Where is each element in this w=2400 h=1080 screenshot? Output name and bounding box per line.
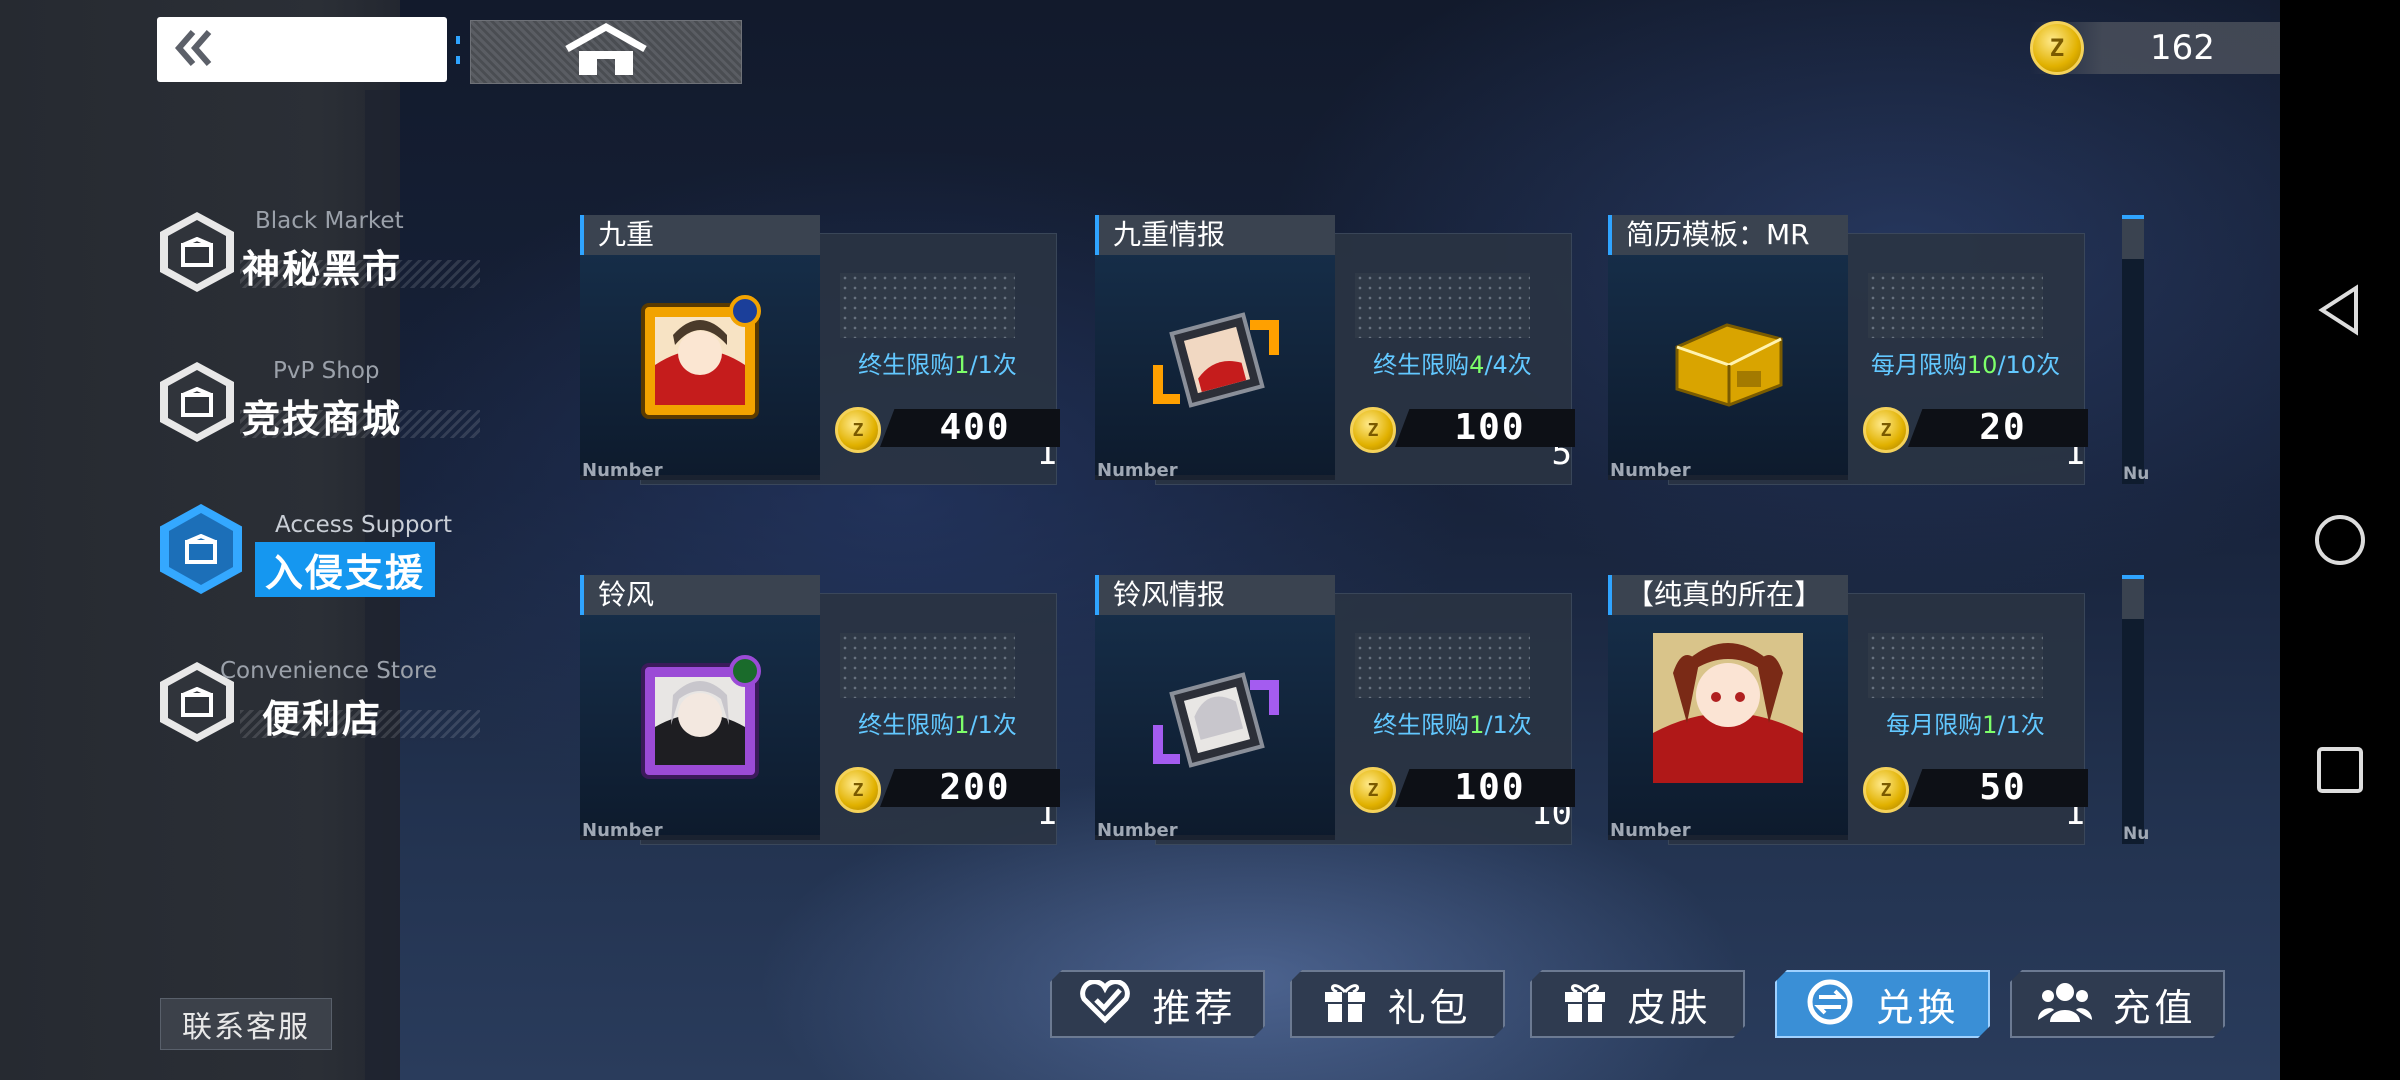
- z-coin-icon: Z: [2030, 21, 2084, 75]
- dot-pattern: [840, 633, 1015, 698]
- dot-pattern: [1868, 633, 2043, 698]
- sidebar-item-label: 便利店: [262, 697, 383, 741]
- purchase-limit: 每月限购1/1次: [1886, 711, 2045, 739]
- purchase-limit: 终生限购1/1次: [858, 351, 1017, 379]
- number-label: Nu: [2123, 464, 2150, 484]
- tab-label: 礼包: [1387, 985, 1472, 1030]
- partial-shop-card[interactable]: Nu: [2122, 575, 2149, 844]
- purchase-limit: 终生限购4/4次: [1373, 351, 1532, 379]
- shop-card[interactable]: 九重情报 Number 5 终生限购4/4次 Z 100: [1095, 215, 1580, 505]
- shop-card[interactable]: 【纯真的所在】 Number 1 每月限购1/1次 Z 50: [1608, 575, 2093, 865]
- price-button[interactable]: Z 50: [1863, 767, 2093, 813]
- tab-label: 推荐: [1152, 985, 1237, 1030]
- shop-card[interactable]: 铃风情报 Number 10 终生限购1/1次 Z 100: [1095, 575, 1580, 865]
- z-coin-icon: Z: [1863, 767, 1909, 813]
- circle-home-icon[interactable]: [2310, 510, 2370, 570]
- item-title: 铃风情报: [1095, 575, 1335, 615]
- sidebar-item-convenience-store[interactable]: Convenience Store 便利店: [160, 650, 480, 760]
- item-art: [1663, 295, 1793, 425]
- tab-label: 皮肤: [1627, 985, 1712, 1030]
- sidebar-item-en-label: Access Support: [275, 512, 452, 538]
- price-button[interactable]: Z 100: [1350, 767, 1580, 813]
- contact-support-button[interactable]: 联系客服: [160, 998, 332, 1050]
- item-title: 九重情报: [1095, 215, 1335, 255]
- shop-icon: [160, 362, 234, 442]
- tab-label: 充值: [2112, 985, 2197, 1030]
- number-label: Number: [1097, 460, 1178, 481]
- people-icon: [2038, 980, 2092, 1028]
- sidebar-item-en-label: Black Market: [255, 208, 404, 234]
- dot-pattern: [1355, 633, 1530, 698]
- purchase-limit: 终生限购1/1次: [1373, 711, 1532, 739]
- tab-exchange[interactable]: 兑换: [1775, 970, 1990, 1038]
- currency-display: Z 162: [2030, 21, 2320, 75]
- gift-icon: [1323, 980, 1367, 1028]
- shop-icon: [160, 504, 242, 594]
- shop-icon: [160, 212, 234, 292]
- sidebar-item-en-label: PvP Shop: [273, 358, 380, 384]
- partial-shop-card[interactable]: Nu: [2122, 215, 2149, 484]
- gift-icon: [1563, 980, 1607, 1028]
- z-coin-icon: Z: [835, 767, 881, 813]
- z-coin-icon: Z: [1350, 407, 1396, 453]
- tab-gift-pack[interactable]: 礼包: [1290, 970, 1505, 1038]
- sidebar-item-en-label: Convenience Store: [220, 658, 438, 684]
- item-title: 【纯真的所在】: [1608, 575, 1848, 615]
- dot-pattern: [1355, 273, 1530, 338]
- item-title: 九重: [580, 215, 820, 255]
- number-label: Number: [1610, 820, 1691, 841]
- item-art: [635, 295, 765, 425]
- double-chevron-left-icon: [171, 28, 215, 72]
- item-price: 100: [1454, 767, 1526, 808]
- heart-check-icon: [1078, 980, 1132, 1028]
- number-label: Number: [1610, 460, 1691, 481]
- z-coin-icon: Z: [1863, 407, 1909, 453]
- sidebar-item-pvp-shop[interactable]: PvP Shop 竞技商城: [160, 350, 480, 460]
- number-label: Number: [582, 460, 663, 481]
- dot-pattern: [1868, 273, 2043, 338]
- price-button[interactable]: Z 400: [835, 407, 1065, 453]
- item-art: [1653, 633, 1803, 783]
- item-art: [1150, 655, 1280, 785]
- number-label: Number: [582, 820, 663, 841]
- item-price: 400: [939, 407, 1011, 448]
- sidebar-item-label: 竞技商城: [242, 397, 403, 441]
- item-price: 20: [1979, 407, 2027, 448]
- square-recents-icon[interactable]: [2310, 740, 2370, 800]
- purchase-limit: 终生限购1/1次: [858, 711, 1017, 739]
- z-coin-icon: Z: [835, 407, 881, 453]
- price-button[interactable]: Z 200: [835, 767, 1065, 813]
- back-button[interactable]: [157, 17, 447, 82]
- price-button[interactable]: Z 20: [1863, 407, 2093, 453]
- item-price: 50: [1979, 767, 2027, 808]
- tab-recommend[interactable]: 推荐: [1050, 970, 1265, 1038]
- tab-recharge[interactable]: 充值: [2010, 970, 2225, 1038]
- triangle-back-icon[interactable]: [2310, 280, 2370, 340]
- number-label: Nu: [2123, 824, 2150, 844]
- home-button[interactable]: [470, 20, 742, 84]
- home-icon: [563, 22, 649, 81]
- z-coin-icon: Z: [1350, 767, 1396, 813]
- dot-pattern: [840, 273, 1015, 338]
- shop-card[interactable]: 简历模板：MR Number 1 每月限购10/10次 Z 20: [1608, 215, 2093, 505]
- item-price: 100: [1454, 407, 1526, 448]
- item-title: 简历模板：MR: [1608, 215, 1848, 255]
- sidebar-item-access-support[interactable]: Access Support 入侵支援: [160, 500, 480, 610]
- exchange-icon: [1805, 977, 1855, 1031]
- purchase-limit: 每月限购10/10次: [1870, 351, 2061, 379]
- sidebar-item-label: 入侵支援: [255, 542, 436, 597]
- tab-label: 兑换: [1875, 985, 1960, 1030]
- item-price: 200: [939, 767, 1011, 808]
- item-art: [1150, 295, 1280, 425]
- item-art: [635, 655, 765, 785]
- shop-card[interactable]: 九重 Number 1 终生限购1/1次 Z 400: [580, 215, 1065, 505]
- sidebar-item-label: 神秘黑市: [242, 247, 403, 291]
- item-title: 铃风: [580, 575, 820, 615]
- shop-card[interactable]: 铃风 Number 1 终生限购1/1次 Z 200: [580, 575, 1065, 865]
- sidebar-item-black-market[interactable]: Black Market 神秘黑市: [160, 200, 480, 310]
- price-button[interactable]: Z 100: [1350, 407, 1580, 453]
- tab-skins[interactable]: 皮肤: [1530, 970, 1745, 1038]
- number-label: Number: [1097, 820, 1178, 841]
- currency-amount: 162: [2150, 28, 2215, 68]
